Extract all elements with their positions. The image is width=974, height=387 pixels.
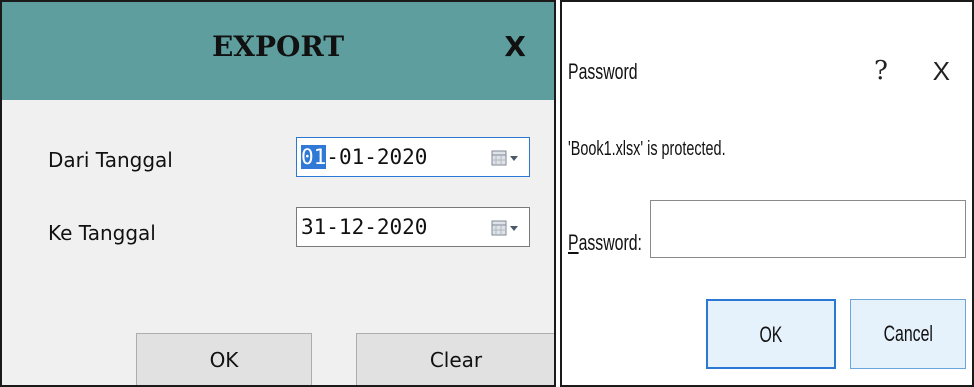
password-label-mnemonic: P [568,230,579,255]
password-label-rest: assword: [578,230,642,255]
ok-button-label: OK [759,322,783,347]
help-button[interactable]: ? [874,56,888,86]
to-date-value: 31-12-2020 [301,215,428,239]
to-date-picker[interactable]: 31-12-2020 [296,207,530,247]
cancel-button-label: Cancel [883,321,933,346]
protected-message: 'Book1.xlsx' is protected. [568,138,726,160]
password-dialog-title: Password [568,59,638,84]
ok-button[interactable]: OK [136,333,312,385]
from-date-label: Dari Tanggal [48,148,173,172]
from-date-day-selected: 01 [301,145,327,169]
from-date-value: 01-01-2020 [301,145,427,169]
clear-button[interactable]: Clear [356,333,554,385]
cancel-button[interactable]: Cancel [850,299,966,369]
export-dialog: EXPORT X Dari Tanggal 01-01-2020 Ke Tang… [0,0,556,387]
ok-button[interactable]: OK [706,299,836,369]
close-button[interactable]: X [933,56,950,87]
password-dialog: Password ? X 'Book1.xlsx' is protected. … [560,0,974,387]
password-input[interactable] [650,200,966,258]
to-date-label: Ke Tanggal [48,221,156,245]
calendar-dropdown-icon[interactable] [491,220,521,236]
calendar-dropdown-icon[interactable] [491,150,521,166]
from-date-rest: -01-2020 [326,145,428,169]
export-titlebar: EXPORT X [2,2,554,100]
export-close-button[interactable]: X [504,30,526,63]
export-title: EXPORT [211,30,345,63]
from-date-picker[interactable]: 01-01-2020 [296,137,530,177]
password-label: Password: [568,230,642,256]
